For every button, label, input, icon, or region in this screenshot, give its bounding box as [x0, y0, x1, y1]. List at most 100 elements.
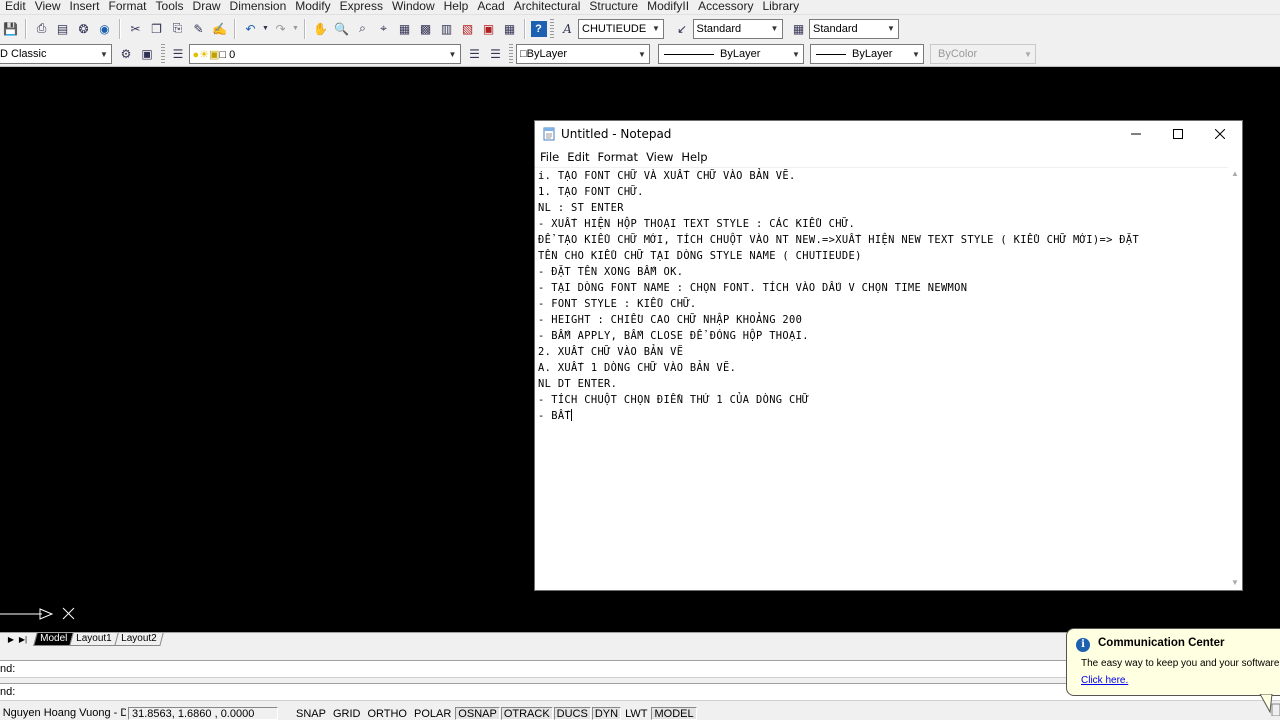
- tab-next-icon[interactable]: ▶: [6, 634, 16, 646]
- zoom-realtime-icon[interactable]: 🔍: [332, 19, 352, 39]
- tab-layout2[interactable]: Layout2: [114, 633, 164, 646]
- redo-icon[interactable]: ↷: [271, 19, 291, 39]
- layer-manager-icon[interactable]: ☰: [168, 44, 188, 64]
- publish-icon[interactable]: ❂: [74, 19, 94, 39]
- notepad-menu-edit[interactable]: Edit: [563, 150, 593, 164]
- notepad-menu-view[interactable]: View: [642, 150, 677, 164]
- redo-dropdown-icon[interactable]: ▼: [292, 19, 300, 39]
- sheet-set-icon[interactable]: ▧: [458, 19, 478, 39]
- tab-last-icon[interactable]: ▶|: [18, 634, 28, 646]
- layers-toolbar: D Classic ▼ ⚙ ▣ ☰ ●☀▣□ 0 ▼ ☰ ☰ □ByLayer …: [0, 42, 1280, 67]
- ortho-toggle[interactable]: ORTHO: [364, 707, 410, 720]
- table-style-select[interactable]: Standard ▼: [809, 18, 899, 39]
- zoom-window-icon[interactable]: ⌕: [353, 19, 373, 39]
- tab-layout1[interactable]: Layout1: [69, 633, 119, 646]
- plot-preview-icon[interactable]: ▤: [53, 19, 73, 39]
- toolbar-grip[interactable]: [509, 44, 513, 64]
- dyn-toggle[interactable]: DYN: [591, 706, 622, 720]
- copy-icon[interactable]: ❐: [147, 19, 167, 39]
- make-layer-current-icon[interactable]: ☰: [465, 44, 485, 64]
- scroll-up-icon[interactable]: ▲: [1228, 167, 1242, 181]
- cut-icon[interactable]: ✂: [126, 19, 146, 39]
- dim-style-icon[interactable]: ↙: [672, 19, 692, 39]
- toolbar-grip[interactable]: [160, 44, 165, 64]
- maximize-icon: [1173, 128, 1183, 139]
- snap-toggle[interactable]: SNAP: [293, 707, 329, 720]
- text-style-select[interactable]: CHUTIEUDE ▼: [578, 18, 664, 39]
- block-editor-icon[interactable]: ✍: [210, 19, 230, 39]
- print-icon[interactable]: ⎙: [32, 19, 52, 39]
- color-select[interactable]: □ByLayer ▼: [516, 44, 650, 64]
- menu-dimension[interactable]: Dimension: [225, 0, 291, 13]
- minimize-button[interactable]: [1115, 121, 1157, 146]
- grid-toggle[interactable]: GRID: [330, 707, 364, 720]
- menu-insert[interactable]: Insert: [64, 0, 103, 13]
- menu-architectural[interactable]: Architectural: [509, 0, 585, 13]
- notepad-text-area[interactable]: i. TẠO FONT CHỮ VÀ XUẤT CHỮ VÀO BẢN VẼ. 1…: [535, 167, 1228, 590]
- notepad-menu-file[interactable]: File: [535, 150, 563, 164]
- close-button[interactable]: [1199, 121, 1241, 146]
- calculator-icon[interactable]: ▦: [500, 19, 520, 39]
- toolbar-separator: [25, 18, 27, 39]
- otrack-toggle[interactable]: OTRACK: [500, 706, 553, 720]
- notepad-title-bar[interactable]: Untitled - Notepad: [535, 121, 1242, 146]
- workspace-settings-icon[interactable]: ⚙: [116, 44, 136, 64]
- menu-library[interactable]: Library: [757, 0, 803, 13]
- pan-icon[interactable]: ✋: [311, 19, 331, 39]
- text-style-icon[interactable]: A: [558, 19, 578, 39]
- menu-express[interactable]: Express: [335, 0, 387, 13]
- markup-icon[interactable]: ▣: [479, 19, 499, 39]
- tool-palettes-icon[interactable]: ▥: [437, 19, 457, 39]
- tab-model[interactable]: Model: [33, 633, 74, 646]
- text-line-content: - BẤM APPLY, BẤM CLOSE ĐỂ ĐÓNG HỘP THOẠI…: [538, 330, 809, 342]
- linetype-select[interactable]: ByLayer ▼: [658, 44, 804, 64]
- toolbar-grip[interactable]: [550, 18, 554, 39]
- model-toggle[interactable]: MODEL: [651, 706, 697, 720]
- maximize-button[interactable]: [1157, 121, 1199, 146]
- dim-style-select[interactable]: Standard ▼: [692, 18, 783, 39]
- menu-structure[interactable]: Structure: [584, 0, 642, 13]
- workspace-value: D Classic: [0, 48, 47, 60]
- menu-tools[interactable]: Tools: [151, 0, 188, 13]
- paste-icon[interactable]: ⎘: [168, 19, 188, 39]
- menu-modify[interactable]: Modify: [290, 0, 334, 13]
- menu-window[interactable]: Window: [387, 0, 439, 13]
- standard-toolbar: 💾 ⎙ ▤ ❂ ◉ ✂ ❐ ⎘ ✎ ✍ ↶ ▼ ↷ ▼ ✋ 🔍 ⌕ ⌖ ▦ ▩ …: [0, 14, 1280, 42]
- lineweight-select[interactable]: ByLayer ▼: [810, 44, 924, 64]
- scroll-down-icon[interactable]: ▼: [1228, 576, 1242, 590]
- menu-help[interactable]: Help: [439, 0, 473, 13]
- polar-toggle[interactable]: POLAR: [411, 707, 454, 720]
- osnap-toggle[interactable]: OSNAP: [455, 706, 500, 720]
- lwt-toggle[interactable]: LWT: [622, 707, 650, 720]
- chevron-down-icon: ▼: [1024, 49, 1032, 59]
- layer-select[interactable]: ●☀▣□ 0 ▼: [188, 44, 461, 64]
- menu-draw[interactable]: Draw: [188, 0, 225, 13]
- menu-format[interactable]: Format: [104, 0, 151, 13]
- save-icon[interactable]: 💾: [1, 19, 21, 39]
- notepad-vertical-scrollbar[interactable]: ▲ ▼: [1228, 167, 1242, 590]
- notepad-menu-format[interactable]: Format: [594, 150, 643, 164]
- undo-dropdown-icon[interactable]: ▼: [262, 19, 270, 39]
- chevron-down-icon: ▼: [912, 49, 920, 59]
- coordinates-readout[interactable]: 31.8563, 1.6860 , 0.0000: [128, 706, 278, 720]
- zoom-previous-icon[interactable]: ⌖: [374, 19, 394, 39]
- table-style-icon[interactable]: ▦: [789, 19, 809, 39]
- menu-acad[interactable]: Acad: [472, 0, 508, 13]
- menu-modifyii[interactable]: ModifyII: [642, 0, 693, 13]
- match-properties-icon[interactable]: ✎: [189, 19, 209, 39]
- undo-icon[interactable]: ↶: [241, 19, 261, 39]
- menu-edit[interactable]: Edit: [0, 0, 30, 13]
- menu-accessory[interactable]: Accessory: [693, 0, 757, 13]
- workspace-save-icon[interactable]: ▣: [137, 44, 157, 64]
- notepad-menu-help[interactable]: Help: [677, 150, 711, 164]
- text-line-content: - FONT STYLE : KIỂU CHỮ.: [538, 298, 697, 310]
- 3d-dwf-icon[interactable]: ◉: [95, 19, 115, 39]
- help-icon[interactable]: ?: [530, 20, 547, 37]
- properties-icon[interactable]: ▦: [395, 19, 415, 39]
- menu-view[interactable]: View: [30, 0, 65, 13]
- ducs-toggle[interactable]: DUCS: [553, 706, 591, 720]
- design-center-icon[interactable]: ▩: [416, 19, 436, 39]
- click-here-link[interactable]: Click here.: [1081, 675, 1128, 686]
- layer-previous-icon[interactable]: ☰: [486, 44, 506, 64]
- workspace-select[interactable]: D Classic ▼: [0, 44, 112, 64]
